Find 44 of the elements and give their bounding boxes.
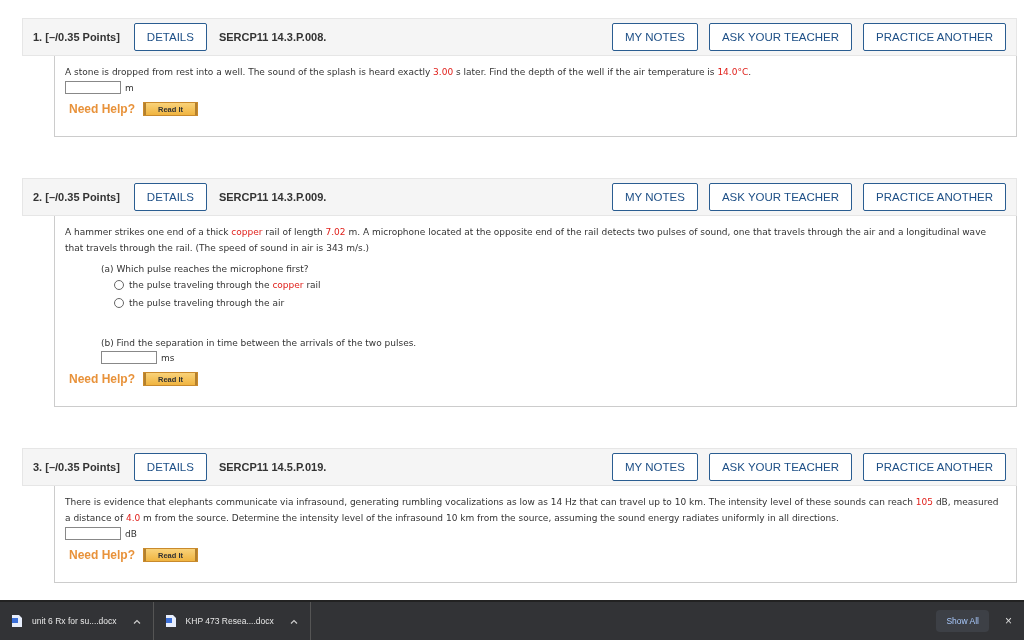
answer-field[interactable] bbox=[65, 527, 121, 540]
show-all-button[interactable]: Show All bbox=[936, 610, 989, 632]
question-text: There is evidence that elephants communicate via infrasound, generating rumbling vocalizations as low as 14 Hz that can travel up to 10 km. The intensity level of these sounds can reach 105 dB, measured a distance of 4.0 m from the source. Determine the intensity level of the infrasound 10 km from the source, assuming the sound energy radiates uniformly in all directions. bbox=[65, 496, 1000, 525]
action-button[interactable]: ASK YOUR TEACHER bbox=[708, 183, 853, 211]
question-text: A stone is dropped from rest into a well. The sound of the splash is heard exactly 3.00 s later. Find the depth of the well if the air temperature is 14.0°C. bbox=[65, 66, 753, 79]
question-code: SERCP11 14.3.P.008. bbox=[218, 31, 328, 43]
question-points: 2. [–/0.35 Points] bbox=[33, 191, 120, 203]
action-button[interactable]: ASK YOUR TEACHER bbox=[708, 453, 853, 481]
action-button[interactable]: PRACTICE ANOTHER bbox=[863, 183, 1006, 211]
action-button[interactable]: MY NOTES bbox=[612, 23, 698, 51]
document-icon bbox=[165, 615, 176, 627]
question-points: 3. [–/0.35 Points] bbox=[33, 461, 120, 473]
caret-icon[interactable] bbox=[289, 618, 298, 624]
unit-label: m bbox=[125, 82, 134, 93]
radio-button[interactable] bbox=[114, 298, 124, 308]
details-button[interactable]: DETAILS bbox=[133, 23, 207, 51]
action-button[interactable]: MY NOTES bbox=[612, 453, 698, 481]
close-button[interactable]: × bbox=[999, 613, 1018, 629]
need-help-label: Need Help? bbox=[69, 102, 135, 116]
choice-label: the pulse traveling through the air bbox=[129, 297, 285, 310]
question-code: SERCP11 14.3.P.009. bbox=[218, 191, 328, 203]
question-text: A hammer strikes one end of a thick copper rail of length 7.02 m. A microphone located at the opposite end of the rail detects two pulses of sound, one that travels through the air and a longitudinal wave that travels through the rail. (The speed of sound in air is 343 m/s.) bbox=[65, 226, 987, 255]
caret-icon[interactable] bbox=[132, 618, 141, 624]
part-prompt: (a) Which pulse reaches the microphone first? bbox=[101, 263, 310, 276]
need-help-label: Need Help? bbox=[69, 372, 135, 386]
download-name[interactable]: unit 6 Rx for su....docx bbox=[32, 616, 117, 626]
unit-label: dB bbox=[125, 528, 137, 539]
need-help-label: Need Help? bbox=[69, 548, 135, 562]
question-code: SERCP11 14.5.P.019. bbox=[218, 461, 328, 473]
unit-label: ms bbox=[161, 352, 175, 363]
download-name[interactable]: KHP 473 Resea....docx bbox=[185, 616, 274, 626]
action-button[interactable]: PRACTICE ANOTHER bbox=[863, 453, 1006, 481]
question-points: 1. [–/0.35 Points] bbox=[33, 31, 120, 43]
radio-button[interactable] bbox=[114, 280, 124, 290]
action-button[interactable]: MY NOTES bbox=[612, 183, 698, 211]
document-icon bbox=[12, 615, 22, 627]
details-button[interactable]: DETAILS bbox=[133, 183, 207, 211]
answer-field[interactable] bbox=[101, 351, 157, 364]
action-button[interactable]: ASK YOUR TEACHER bbox=[708, 23, 853, 51]
action-button[interactable]: PRACTICE ANOTHER bbox=[863, 23, 1006, 51]
answer-field[interactable] bbox=[65, 81, 121, 94]
part-prompt: (b) Find the separation in time between the arrivals of the two pulses. bbox=[101, 337, 418, 350]
choice-label: the pulse traveling through the copper rail bbox=[129, 279, 321, 292]
details-button[interactable]: DETAILS bbox=[133, 453, 207, 481]
